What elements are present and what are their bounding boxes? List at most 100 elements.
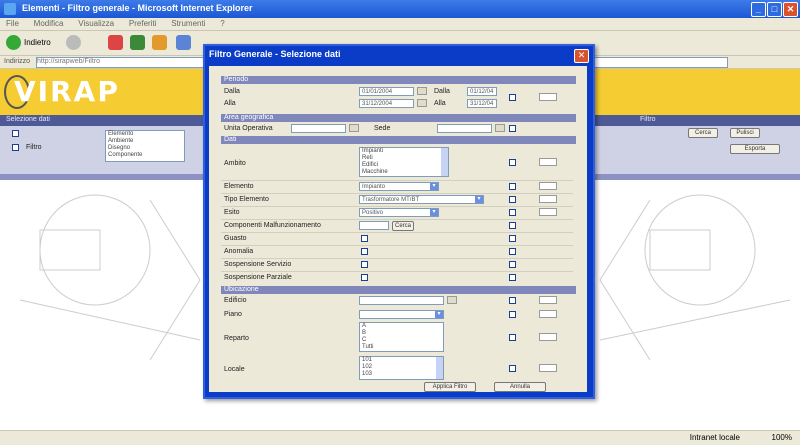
locale-scrollbar[interactable]: [436, 357, 443, 379]
unit-input[interactable]: [291, 124, 346, 133]
ambito-operator[interactable]: [539, 158, 557, 166]
dialog-close-button[interactable]: ✕: [574, 49, 589, 63]
row-divider: [221, 245, 573, 246]
cancel-button[interactable]: Annulla: [494, 382, 546, 392]
reparto-operator[interactable]: [539, 333, 557, 341]
row-divider: [221, 271, 573, 272]
window-title: Elementi - Filtro generale - Microsoft I…: [22, 3, 253, 13]
period-checkbox[interactable]: [509, 94, 516, 101]
row-divider: [221, 193, 573, 194]
componenti-search-button[interactable]: Cerca: [392, 221, 414, 231]
filter-checkbox-2[interactable]: [12, 144, 19, 151]
clear-button[interactable]: Pulisci: [730, 128, 760, 138]
piano-operator[interactable]: [539, 310, 557, 318]
dialog-title: Filtro Generale - Selezione dati: [209, 49, 341, 59]
search-icon[interactable]: [176, 35, 191, 50]
anomalia-filter-checkbox[interactable]: [509, 248, 516, 255]
back-label[interactable]: Indietro: [24, 38, 51, 47]
close-window-button[interactable]: ✕: [783, 2, 798, 17]
piano-select[interactable]: [359, 310, 444, 319]
menu-help[interactable]: ?: [220, 19, 224, 28]
search-button[interactable]: Cerca: [688, 128, 718, 138]
stop-icon[interactable]: [108, 35, 123, 50]
row-divider: [221, 232, 573, 233]
sospensione-parziale-filter-checkbox[interactable]: [509, 274, 516, 281]
zoom-level[interactable]: 100%: [772, 433, 792, 442]
refresh-icon[interactable]: [130, 35, 145, 50]
elemento-select[interactable]: Impianto: [359, 182, 439, 191]
esito-operator[interactable]: [539, 208, 557, 216]
minimize-button[interactable]: _: [751, 2, 766, 17]
to-date-input[interactable]: 31/12/2004: [359, 99, 414, 108]
label-locale: Locale: [224, 366, 245, 373]
componenti-input[interactable]: [359, 221, 389, 230]
section-data: Dati: [221, 136, 576, 144]
filter-list[interactable]: Elemento Ambiente Disegno Componente: [105, 130, 185, 162]
ambito-checkbox[interactable]: [509, 159, 516, 166]
label-componenti: Componenti Malfunzionamento: [224, 222, 321, 229]
menu-tools[interactable]: Strumenti: [171, 19, 205, 28]
nav-right[interactable]: Filtro: [640, 116, 656, 123]
label-reparto: Reparto: [224, 335, 249, 342]
tipo-operator[interactable]: [539, 195, 557, 203]
edificio-operator[interactable]: [539, 296, 557, 304]
nav-left[interactable]: Selezione dati: [6, 116, 50, 123]
sospensione-parziale-checkbox[interactable]: [361, 274, 368, 281]
from-date-input-2[interactable]: 01/12/04: [467, 87, 497, 96]
menu-view[interactable]: Visualizza: [78, 19, 114, 28]
guasto-checkbox[interactable]: [361, 235, 368, 242]
calendar-icon[interactable]: [417, 87, 427, 95]
dialog-body: Periodo Dalla 01/01/2004 Dalla 01/12/04 …: [209, 66, 587, 392]
edificio-input[interactable]: [359, 296, 444, 305]
maximize-button[interactable]: □: [767, 2, 782, 17]
locale-checkbox[interactable]: [509, 365, 516, 372]
site-input[interactable]: [437, 124, 492, 133]
esito-select[interactable]: Positivo: [359, 208, 439, 217]
from-date-input[interactable]: 01/01/2004: [359, 87, 414, 96]
ambito-list[interactable]: Impianti Reti Edifici Macchine: [359, 147, 449, 177]
site-lookup-icon[interactable]: [495, 124, 505, 132]
row-divider: [221, 206, 573, 207]
row-divider: [221, 180, 573, 181]
row-divider: [221, 258, 573, 259]
forward-icon[interactable]: [66, 35, 81, 50]
apply-filter-button[interactable]: Applica Filtro: [424, 382, 476, 392]
locale-operator[interactable]: [539, 364, 557, 372]
filter-checkbox[interactable]: [12, 130, 19, 137]
reparto-list[interactable]: A B C Tutti: [359, 322, 444, 352]
section-area: Area geografica: [221, 114, 576, 122]
reparto-checkbox[interactable]: [509, 334, 516, 341]
edificio-lookup-icon[interactable]: [447, 296, 457, 304]
piano-checkbox[interactable]: [509, 311, 516, 318]
edificio-checkbox[interactable]: [509, 297, 516, 304]
export-button[interactable]: Esporta: [730, 144, 780, 154]
label-tipo: Tipo Elemento: [224, 196, 269, 203]
calendar-icon-2[interactable]: [417, 99, 427, 107]
menu-edit[interactable]: Modifica: [34, 19, 64, 28]
address-label: Indirizzo: [4, 58, 31, 65]
to-date-input-2[interactable]: 31/12/04: [467, 99, 497, 108]
period-operator[interactable]: [539, 93, 557, 101]
elemento-operator[interactable]: [539, 182, 557, 190]
anomalia-checkbox[interactable]: [361, 248, 368, 255]
menu-favorites[interactable]: Preferiti: [129, 19, 157, 28]
guasto-filter-checkbox[interactable]: [509, 235, 516, 242]
locale-list[interactable]: 101 102 103: [359, 356, 444, 380]
tipo-select[interactable]: Trasformatore MT/BT: [359, 195, 484, 204]
elemento-checkbox[interactable]: [509, 183, 516, 190]
area-checkbox[interactable]: [509, 125, 516, 132]
sospensione-filter-checkbox[interactable]: [509, 261, 516, 268]
ie-icon: [4, 3, 16, 15]
label-anomalia: Anomalia: [224, 248, 254, 255]
esito-checkbox[interactable]: [509, 209, 516, 216]
componenti-checkbox[interactable]: [509, 222, 516, 229]
back-icon[interactable]: [6, 35, 21, 50]
menu-file[interactable]: File: [6, 19, 19, 28]
unit-lookup-icon[interactable]: [349, 124, 359, 132]
sospensione-checkbox[interactable]: [361, 261, 368, 268]
section-location: Ubicazione: [221, 286, 576, 294]
home-icon[interactable]: [152, 35, 167, 50]
tipo-checkbox[interactable]: [509, 196, 516, 203]
section-period: Periodo: [221, 76, 576, 84]
ambito-scrollbar[interactable]: [441, 148, 448, 176]
